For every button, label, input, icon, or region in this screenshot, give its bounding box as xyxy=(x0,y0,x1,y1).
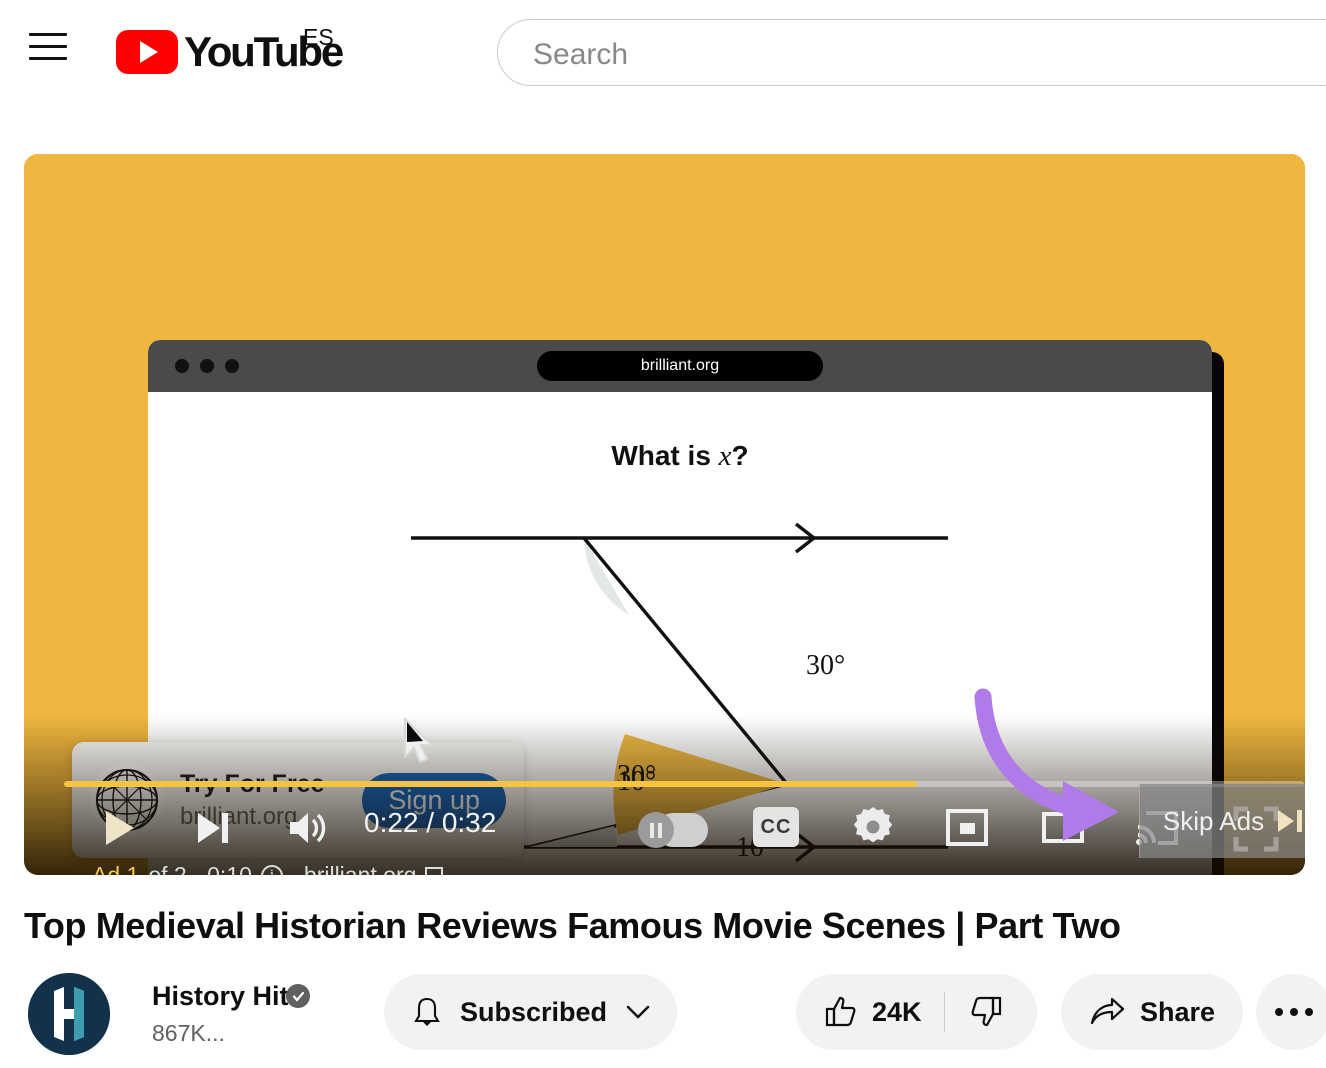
mock-dot xyxy=(200,359,214,373)
thumbs-up-icon xyxy=(824,995,858,1029)
angle-label-top: 30° xyxy=(806,650,845,682)
thumbs-down-icon xyxy=(969,995,1003,1029)
info-icon[interactable]: i xyxy=(261,865,283,876)
autoplay-toggle-knob xyxy=(638,812,674,848)
mouse-cursor xyxy=(401,717,435,765)
chevron-down-icon xyxy=(625,1004,651,1020)
masthead: YouTube ES Search xyxy=(0,0,1326,104)
autoplay-toggle[interactable] xyxy=(638,813,708,847)
gear-icon[interactable] xyxy=(849,803,897,851)
closed-captions-icon[interactable]: CC xyxy=(753,807,799,847)
captions-label: CC xyxy=(761,816,792,839)
more-dot xyxy=(1290,1008,1298,1016)
skip-ads-label: Skip Ads xyxy=(1163,806,1264,837)
pause-bar xyxy=(650,823,654,838)
mock-dot xyxy=(175,359,189,373)
youtube-play-icon xyxy=(116,30,178,74)
channel-avatar[interactable] xyxy=(28,973,110,1055)
more-dot xyxy=(1275,1008,1283,1016)
video-player[interactable]: brilliant.org What is x? xyxy=(24,154,1305,875)
ad-index-label: Ad 1 xyxy=(92,862,139,875)
skip-ads-button[interactable]: Skip Ads xyxy=(1139,784,1305,858)
next-video-icon[interactable] xyxy=(190,805,236,851)
hamburger-menu-icon[interactable] xyxy=(29,33,67,63)
skip-next-icon xyxy=(1276,808,1305,834)
like-count: 24K xyxy=(872,997,922,1028)
highlight-arrow-icon xyxy=(959,679,1139,854)
search-placeholder: Search xyxy=(533,38,628,72)
ad-advertiser-link[interactable]: brilliant.org xyxy=(304,862,417,875)
youtube-country-code: ES xyxy=(303,24,334,51)
hamburger-bar xyxy=(29,33,67,36)
subscribed-button[interactable]: Subscribed xyxy=(384,974,677,1050)
hamburger-bar xyxy=(29,45,67,48)
channel-name[interactable]: History Hit xyxy=(152,981,289,1012)
share-button[interactable]: Share xyxy=(1061,974,1243,1050)
play-icon[interactable] xyxy=(96,805,142,851)
subscribed-label: Subscribed xyxy=(460,997,607,1028)
mock-url-bar: brilliant.org xyxy=(537,351,823,381)
volume-icon[interactable] xyxy=(284,805,330,851)
share-arrow-icon xyxy=(1089,997,1125,1027)
youtube-watch-page: YouTube ES Search brilliant.org What is … xyxy=(0,0,1326,1068)
like-dislike-group: 24K xyxy=(796,974,1037,1050)
pause-bar xyxy=(658,823,662,838)
dislike-button[interactable] xyxy=(945,974,1027,1050)
search-input[interactable]: Search xyxy=(497,19,1326,86)
notification-bell-icon xyxy=(412,996,442,1028)
more-actions-button[interactable] xyxy=(1256,974,1326,1050)
ad-meta-rest: of 2 · 0:10 xyxy=(148,862,252,875)
video-actions-row: History Hit 867K... Subscribed xyxy=(24,968,1314,1060)
time-display: 0:22 / 0:32 xyxy=(364,807,496,839)
mock-browser-titlebar: brilliant.org xyxy=(148,340,1212,392)
channel-subscriber-count: 867K... xyxy=(152,1020,225,1047)
like-button[interactable]: 24K xyxy=(806,974,944,1050)
hamburger-bar xyxy=(29,57,67,60)
verified-badge-icon xyxy=(286,984,310,1008)
ad-progress-played xyxy=(64,781,917,787)
share-label: Share xyxy=(1140,997,1215,1028)
video-title: Top Medieval Historian Reviews Famous Mo… xyxy=(24,905,1121,947)
more-actions-icon xyxy=(1275,1008,1313,1016)
mock-dot xyxy=(225,359,239,373)
ad-meta-line: Ad 1 of 2 · 0:10 i brilliant.org xyxy=(92,862,443,875)
more-dot xyxy=(1305,1008,1313,1016)
external-link-icon xyxy=(425,867,443,876)
mock-window-dots xyxy=(175,359,239,373)
